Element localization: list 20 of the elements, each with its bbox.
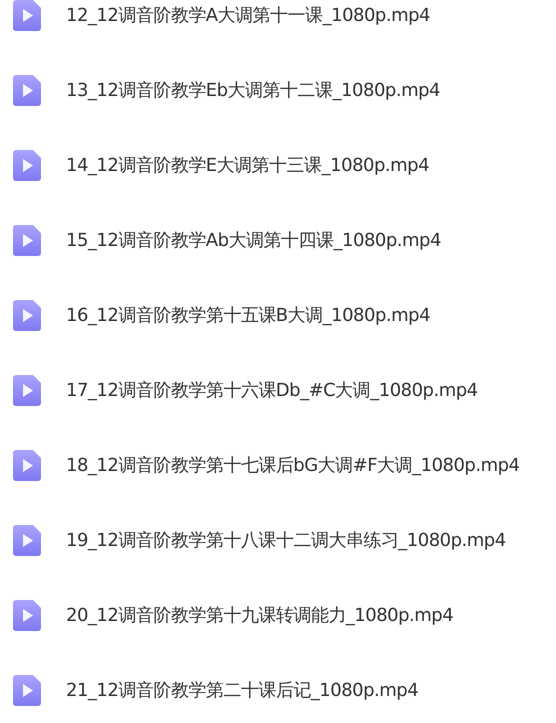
file-name[interactable]: 14_12调音阶教学E大调第十三课_1080p.mp4 bbox=[66, 152, 430, 179]
video-file-icon bbox=[13, 675, 41, 706]
file-name[interactable]: 18_12调音阶教学第十七课后bG大调#F大调_1080p.mp4 bbox=[66, 452, 520, 479]
video-file-icon bbox=[13, 600, 41, 631]
file-name[interactable]: 16_12调音阶教学第十五课B大调_1080p.mp4 bbox=[66, 302, 430, 329]
video-file-icon bbox=[13, 75, 41, 106]
file-name[interactable]: 21_12调音阶教学第二十课后记_1080p.mp4 bbox=[66, 677, 418, 704]
file-name[interactable]: 13_12调音阶教学Eb大调第十二课_1080p.mp4 bbox=[66, 77, 440, 104]
video-file-icon bbox=[13, 525, 41, 556]
file-name[interactable]: 17_12调音阶教学第十六课Db_#C大调_1080p.mp4 bbox=[66, 377, 478, 404]
file-name[interactable]: 19_12调音阶教学第十八课十二调大串练习_1080p.mp4 bbox=[66, 527, 506, 554]
file-name[interactable]: 20_12调音阶教学第十九课转调能力_1080p.mp4 bbox=[66, 602, 454, 629]
video-file-icon bbox=[13, 150, 41, 181]
video-file-icon bbox=[13, 225, 41, 256]
file-name[interactable]: 15_12调音阶教学Ab大调第十四课_1080p.mp4 bbox=[66, 227, 441, 254]
video-file-icon bbox=[13, 375, 41, 406]
video-file-icon bbox=[13, 300, 41, 331]
file-name[interactable]: 12_12调音阶教学A大调第十一课_1080p.mp4 bbox=[66, 2, 430, 29]
video-file-icon bbox=[13, 450, 41, 481]
video-file-icon bbox=[13, 0, 41, 31]
